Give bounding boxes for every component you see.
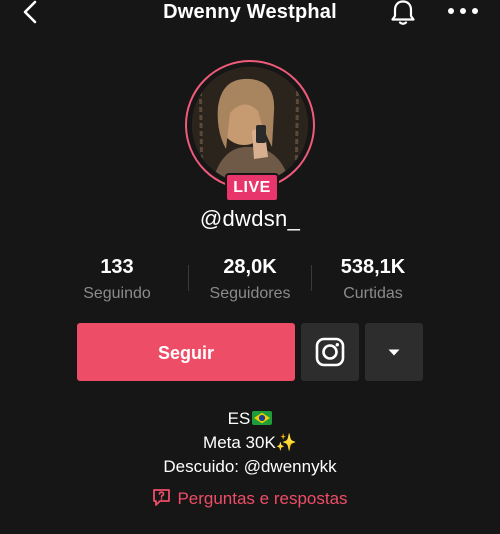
live-badge[interactable]: LIVE <box>225 173 279 202</box>
likes-stat[interactable]: 538,1K Curtidas <box>313 255 433 305</box>
avatar-container[interactable] <box>185 60 315 190</box>
bio-line-2: Meta 30K✨ <box>203 433 297 452</box>
caret-down-icon <box>388 349 400 356</box>
avatar-photo <box>192 67 308 183</box>
following-stat[interactable]: 133 Seguindo <box>57 255 177 305</box>
bio-line-1: ES <box>0 408 500 430</box>
following-count: 133 <box>100 256 134 278</box>
more-suggestions-button[interactable] <box>365 323 423 381</box>
instagram-icon <box>315 337 345 367</box>
following-label: Seguindo <box>83 285 151 302</box>
notifications-button[interactable] <box>388 0 418 26</box>
likes-count: 538,1K <box>340 256 406 278</box>
profile-title: Dwenny Westphal <box>163 1 337 23</box>
followers-count: 28,0K <box>223 256 277 278</box>
stat-divider <box>188 265 189 291</box>
qa-link[interactable]: Perguntas e respostas <box>0 488 500 510</box>
followers-stat[interactable]: 28,0K Seguidores <box>190 255 310 305</box>
followers-label: Seguidores <box>209 285 291 302</box>
username: @dwdsn_ <box>199 206 301 231</box>
question-bubble-icon <box>153 489 171 506</box>
avatar <box>192 67 308 183</box>
instagram-button[interactable] <box>301 323 359 381</box>
more-options-button[interactable] <box>446 4 480 18</box>
brazil-flag-icon <box>252 411 273 425</box>
more-dots-icon <box>448 8 478 14</box>
bio-line-3: Descuido: @dwennykk <box>163 457 337 476</box>
likes-label: Curtidas <box>343 285 403 302</box>
top-bar: Dwenny Westphal <box>0 0 500 26</box>
stat-divider <box>311 265 312 291</box>
follow-button[interactable]: Seguir <box>77 323 295 381</box>
bell-icon <box>391 0 415 25</box>
bio-text: ES <box>227 409 251 428</box>
qa-label: Perguntas e respostas <box>177 489 348 508</box>
